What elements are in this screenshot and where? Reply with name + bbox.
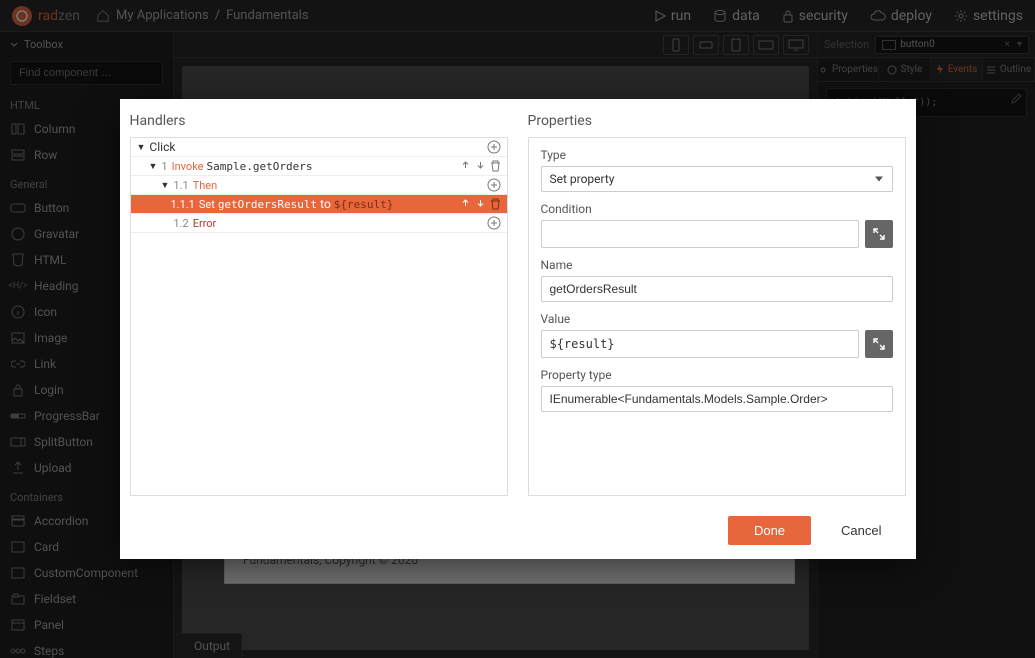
move-up-icon[interactable] — [460, 160, 471, 171]
properties-form: Type Set property Condition Name Value — [528, 137, 906, 496]
condition-label: Condition — [541, 202, 893, 216]
add-handler-icon[interactable] — [487, 178, 501, 192]
handler-row-click[interactable]: ▼ Click — [131, 138, 507, 157]
done-button[interactable]: Done — [728, 516, 811, 545]
properties-panel: Properties Type Set property Condition N… — [518, 99, 916, 506]
handler-row-set-selected[interactable]: 1.1.1 Set getOrdersResult to ${result} — [131, 195, 507, 214]
name-label: Name — [541, 258, 893, 272]
value-label: Value — [541, 312, 893, 326]
modal-overlay: Handlers ▼ Click ▼ 1 Invoke S — [0, 0, 1035, 658]
caret-down-icon: ▼ — [149, 161, 158, 172]
move-down-icon[interactable] — [475, 198, 486, 209]
handlers-panel: Handlers ▼ Click ▼ 1 Invoke S — [120, 99, 518, 506]
name-input[interactable] — [541, 276, 893, 302]
trash-icon[interactable] — [490, 198, 501, 210]
handlers-dialog: Handlers ▼ Click ▼ 1 Invoke S — [120, 99, 916, 559]
condition-input[interactable] — [541, 220, 859, 248]
move-up-icon[interactable] — [460, 198, 471, 209]
add-handler-icon[interactable] — [487, 140, 501, 154]
cancel-button[interactable]: Cancel — [821, 516, 901, 545]
expand-icon — [872, 337, 886, 351]
caret-down-icon: ▼ — [137, 142, 146, 153]
condition-expand-button[interactable] — [865, 220, 893, 248]
ptype-label: Property type — [541, 368, 893, 382]
type-select[interactable]: Set property — [541, 166, 893, 192]
expand-icon — [872, 227, 886, 241]
value-input[interactable] — [541, 330, 859, 358]
move-down-icon[interactable] — [475, 160, 486, 171]
modal-footer: Done Cancel — [120, 506, 916, 559]
add-handler-icon[interactable] — [487, 216, 501, 230]
handlers-title: Handlers — [130, 113, 508, 129]
handler-row-invoke[interactable]: ▼ 1 Invoke Sample.getOrders — [131, 157, 507, 176]
type-label: Type — [541, 148, 893, 162]
handler-row-error[interactable]: ▼ 1.2 Error — [131, 214, 507, 233]
value-expand-button[interactable] — [865, 330, 893, 358]
handlers-tree: ▼ Click ▼ 1 Invoke Sample.getOrders — [130, 137, 508, 496]
ptype-input[interactable] — [541, 386, 893, 412]
caret-down-icon: ▼ — [161, 180, 170, 191]
properties-title: Properties — [528, 113, 906, 129]
trash-icon[interactable] — [490, 160, 501, 172]
handler-row-then[interactable]: ▼ 1.1 Then — [131, 176, 507, 195]
